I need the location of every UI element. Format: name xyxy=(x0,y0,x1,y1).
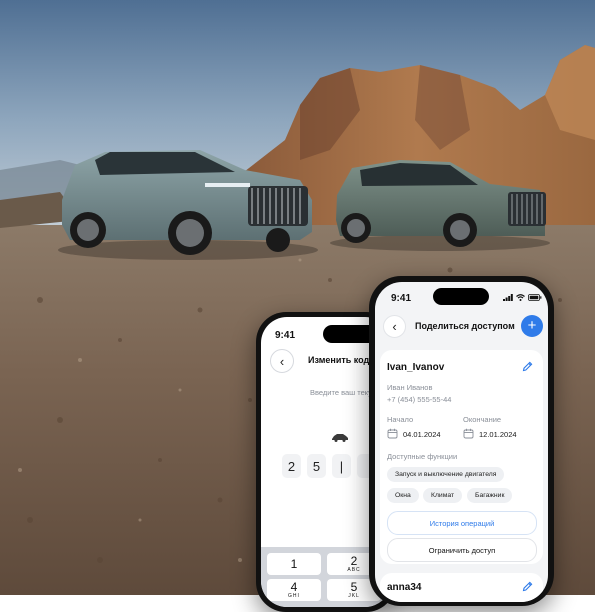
end-label: Окончание xyxy=(463,415,502,424)
pin-prompt: Введите ваш теку xyxy=(310,388,372,397)
phone-screen: 9:41 ‹ Поделиться доступом + Ivan_Ivanov… xyxy=(375,282,548,602)
restrict-access-button[interactable]: Ограничить доступ xyxy=(387,538,537,562)
username: anna34 xyxy=(387,582,422,593)
add-user-button[interactable]: + xyxy=(521,315,543,337)
dynamic-island xyxy=(433,288,489,305)
edit-pencil-icon[interactable] xyxy=(522,581,533,592)
page-title: Поделиться доступом xyxy=(415,321,515,331)
history-button[interactable]: История операций xyxy=(387,511,537,535)
phone-number: +7 (454) 555-55-44 xyxy=(387,395,452,404)
calendar-icon xyxy=(463,428,474,439)
plus-icon: + xyxy=(527,317,537,334)
car-icon xyxy=(332,434,348,442)
pin-digit-cursor[interactable]: | xyxy=(332,454,351,478)
chevron-left-icon: ‹ xyxy=(392,319,397,334)
function-chip[interactable]: Багажник xyxy=(467,488,513,503)
chevron-left-icon: ‹ xyxy=(279,353,285,369)
user-access-card: anna34 xyxy=(380,573,543,602)
phone-share-access: 9:41 ‹ Поделиться доступом + Ivan_Ivanov… xyxy=(369,276,554,606)
function-chip[interactable]: Климат xyxy=(423,488,463,503)
back-button[interactable]: ‹ xyxy=(383,315,406,338)
signal-icon xyxy=(503,294,513,301)
start-label: Начало xyxy=(387,415,414,424)
back-button[interactable]: ‹ xyxy=(270,349,294,373)
calendar-icon xyxy=(387,428,398,439)
page-title: Изменить код д xyxy=(308,355,378,365)
key-4[interactable]: 4 GHI xyxy=(267,579,321,601)
status-time: 9:41 xyxy=(275,330,296,341)
user-access-card: Ivan_Ivanov Иван Иванов +7 (454) 555-55-… xyxy=(380,350,543,564)
pin-digit: 5 xyxy=(307,454,326,478)
end-date[interactable]: 12.01.2024 xyxy=(479,430,517,439)
edit-pencil-icon[interactable] xyxy=(522,361,533,372)
start-date[interactable]: 04.01.2024 xyxy=(403,430,441,439)
functions-label: Доступные функции xyxy=(387,452,458,461)
status-icons xyxy=(503,294,542,301)
full-name: Иван Иванов xyxy=(387,383,433,392)
function-chip[interactable]: Запуск и выключение двигателя xyxy=(387,467,505,482)
username: Ivan_Ivanov xyxy=(387,362,445,373)
function-chip[interactable]: Окна xyxy=(387,488,419,503)
key-1[interactable]: 1 xyxy=(267,553,321,575)
pin-digit: 2 xyxy=(282,454,301,478)
wifi-icon xyxy=(516,294,525,301)
status-time: 9:41 xyxy=(391,293,412,304)
battery-icon xyxy=(528,294,542,301)
